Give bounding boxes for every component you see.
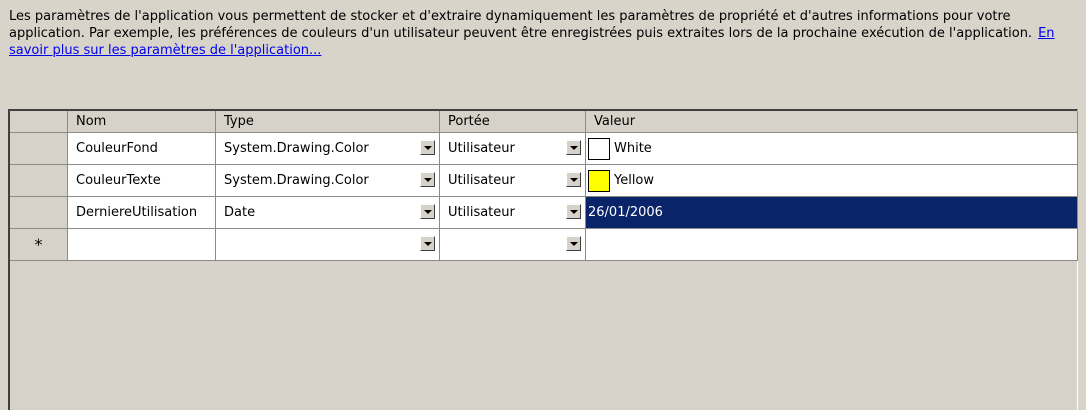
description-text: Les paramètres de l'application vous per…: [9, 8, 1069, 59]
cell-portee[interactable]: Utilisateur: [440, 133, 586, 165]
new-cell-portee[interactable]: [440, 229, 586, 261]
color-swatch: [588, 169, 610, 192]
cell-type-text: Date: [224, 205, 256, 220]
cell-portee-text: Utilisateur: [448, 173, 515, 188]
cell-portee[interactable]: Utilisateur: [440, 197, 586, 229]
new-cell-nom[interactable]: [68, 229, 216, 261]
row-selector[interactable]: [10, 197, 68, 229]
dropdown-arrow-icon[interactable]: [420, 204, 435, 219]
grid-header: Nom Type Portée Valeur: [10, 111, 1078, 133]
cell-valeur-selected[interactable]: 26/01/2006: [586, 197, 1078, 229]
table-row: CouleurTexte System.Drawing.Color Utilis…: [10, 165, 1078, 197]
cell-nom[interactable]: CouleurTexte: [68, 165, 216, 197]
cell-type-text: System.Drawing.Color: [224, 173, 369, 188]
header-selector: [10, 111, 68, 133]
new-cell-type[interactable]: [216, 229, 440, 261]
dropdown-arrow-icon[interactable]: [420, 140, 435, 155]
column-header-nom[interactable]: Nom: [68, 111, 216, 133]
cell-type[interactable]: System.Drawing.Color: [216, 165, 440, 197]
dropdown-arrow-icon[interactable]: [420, 172, 435, 187]
color-swatch: [588, 137, 610, 160]
cell-type[interactable]: Date: [216, 197, 440, 229]
column-header-valeur[interactable]: Valeur: [586, 111, 1078, 133]
cell-valeur[interactable]: Yellow: [586, 165, 1078, 197]
row-selector[interactable]: [10, 133, 68, 165]
cell-type[interactable]: System.Drawing.Color: [216, 133, 440, 165]
cell-type-text: System.Drawing.Color: [224, 141, 369, 156]
cell-portee-text: Utilisateur: [448, 205, 515, 220]
cell-valeur[interactable]: White: [586, 133, 1078, 165]
cell-nom[interactable]: CouleurFond: [68, 133, 216, 165]
cell-valeur-text: Yellow: [614, 173, 655, 188]
cell-portee[interactable]: Utilisateur: [440, 165, 586, 197]
new-cell-valeur[interactable]: [586, 229, 1078, 261]
column-header-type[interactable]: Type: [216, 111, 440, 133]
dropdown-arrow-icon[interactable]: [420, 236, 435, 251]
cell-portee-text: Utilisateur: [448, 141, 515, 156]
new-row: *: [10, 229, 1078, 261]
table-row: DerniereUtilisation Date Utilisateur 26/…: [10, 197, 1078, 229]
dropdown-arrow-icon[interactable]: [566, 236, 581, 251]
row-selector[interactable]: [10, 165, 68, 197]
cell-valeur-text: White: [614, 141, 652, 156]
dropdown-arrow-icon[interactable]: [566, 140, 581, 155]
table-row: CouleurFond System.Drawing.Color Utilisa…: [10, 133, 1078, 165]
column-header-portee[interactable]: Portée: [440, 111, 586, 133]
dropdown-arrow-icon[interactable]: [566, 172, 581, 187]
cell-valeur-text: 26/01/2006: [588, 205, 663, 220]
cell-nom[interactable]: DerniereUtilisation: [68, 197, 216, 229]
new-row-marker-icon: *: [10, 229, 68, 261]
settings-grid: Nom Type Portée Valeur CouleurFond Syste…: [8, 109, 1078, 410]
settings-page: Les paramètres de l'application vous per…: [0, 0, 1086, 410]
description-body: Les paramètres de l'application vous per…: [9, 9, 1033, 41]
dropdown-arrow-icon[interactable]: [566, 204, 581, 219]
